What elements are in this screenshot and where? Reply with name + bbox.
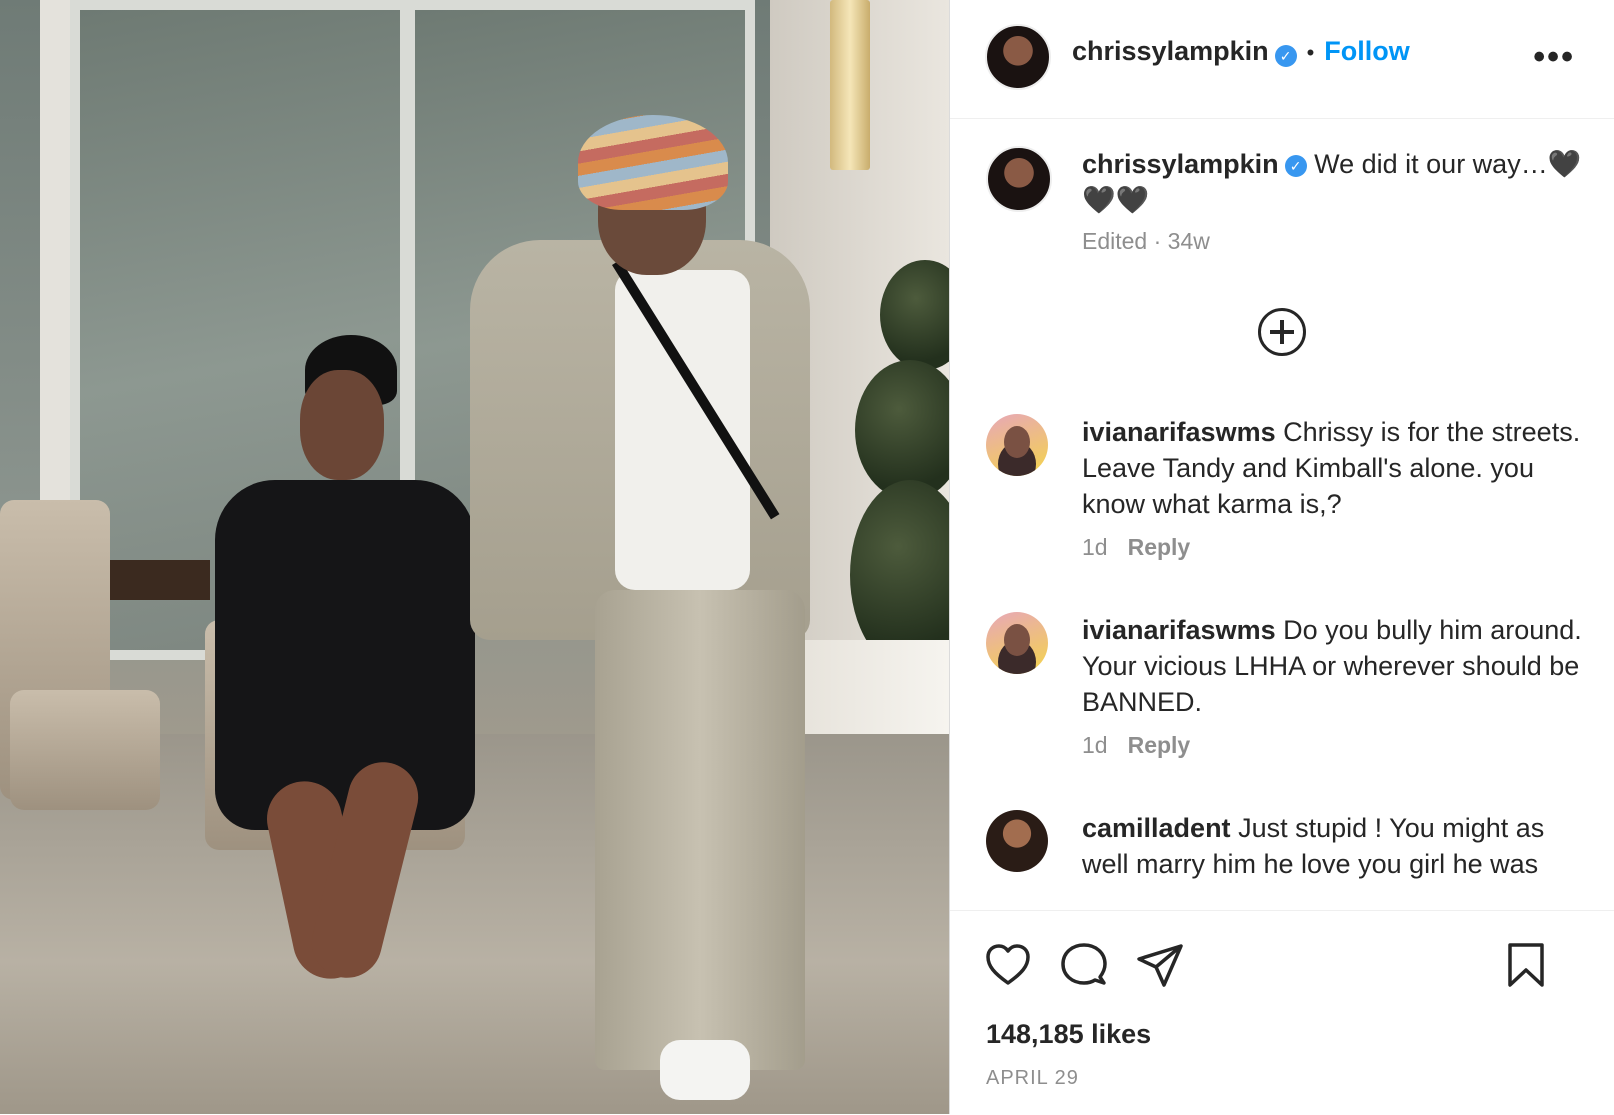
caption: chrissylampkin ✓ We did it our way…🖤🖤🖤 Ed… [986, 146, 1596, 286]
share-icon[interactable] [1136, 941, 1184, 989]
comment-icon[interactable] [1060, 941, 1108, 989]
reply-button[interactable]: Reply [1128, 732, 1191, 758]
wall-lamp [830, 0, 870, 170]
comment: camilladent Just stupid ! You might as w… [986, 810, 1596, 910]
post-photo[interactable] [0, 0, 949, 1114]
post-date[interactable]: APRIL 29 [986, 1067, 1079, 1090]
likes-count[interactable]: 148,185 likes [986, 1019, 1151, 1050]
caption-body: chrissylampkin ✓ We did it our way…🖤🖤🖤 [1082, 146, 1582, 218]
caption-meta: Edited · 34w [1082, 228, 1210, 254]
comment-username[interactable]: camilladent [1082, 813, 1231, 843]
more-options-icon[interactable]: ••• [1533, 38, 1575, 77]
woman-dress [215, 480, 475, 830]
post-header: chrissylampkin ✓ • Follow ••• [950, 0, 1614, 119]
caption-username[interactable]: chrissylampkin [1082, 149, 1279, 179]
avatar[interactable] [986, 810, 1048, 872]
avatar[interactable] [986, 612, 1048, 674]
man-shoe [660, 1040, 750, 1100]
man-shirt [615, 270, 750, 590]
chair-seat-left [10, 690, 160, 810]
comment-time: 1d [1082, 732, 1108, 758]
plus-circle-icon[interactable] [1258, 308, 1306, 356]
follow-button[interactable]: Follow [1324, 36, 1409, 66]
comment-time: 1d [1082, 534, 1108, 560]
comment-username[interactable]: ivianarifaswms [1082, 615, 1276, 645]
separator-dot: • [1306, 40, 1315, 65]
action-bar: 148,185 likes APRIL 29 [950, 910, 1614, 1115]
bookmark-icon[interactable] [1502, 941, 1550, 989]
avatar[interactable] [985, 24, 1051, 90]
verified-badge-icon: ✓ [1284, 154, 1307, 177]
header-user-row: chrissylampkin ✓ • Follow [1072, 36, 1410, 67]
reply-button[interactable]: Reply [1128, 534, 1191, 560]
avatar[interactable] [986, 146, 1052, 212]
comment: ivianarifaswms Do you bully him around. … [986, 612, 1596, 782]
man-pants [595, 590, 805, 1070]
comment-body: camilladent Just stupid ! You might as w… [1082, 810, 1582, 882]
verified-badge-icon: ✓ [1274, 44, 1297, 67]
post-side-panel: chrissylampkin ✓ • Follow ••• chrissylampki… [949, 0, 1614, 1114]
man-bucket-hat [578, 115, 728, 210]
comment-body: ivianarifaswms Do you bully him around. … [1082, 612, 1582, 720]
comment-username[interactable]: ivianarifaswms [1082, 417, 1276, 447]
comment-body: ivianarifaswms Chrissy is for the street… [1082, 414, 1582, 522]
comments-list[interactable]: chrissylampkin ✓ We did it our way…🖤🖤🖤 Ed… [950, 118, 1614, 910]
heart-icon[interactable] [984, 941, 1032, 989]
avatar[interactable] [986, 414, 1048, 476]
comment: ivianarifaswms Chrissy is for the street… [986, 414, 1596, 584]
header-username[interactable]: chrissylampkin [1072, 36, 1269, 66]
comment-meta: 1d Reply [1082, 732, 1190, 759]
woman-head [300, 370, 384, 480]
comment-meta: 1d Reply [1082, 534, 1190, 561]
